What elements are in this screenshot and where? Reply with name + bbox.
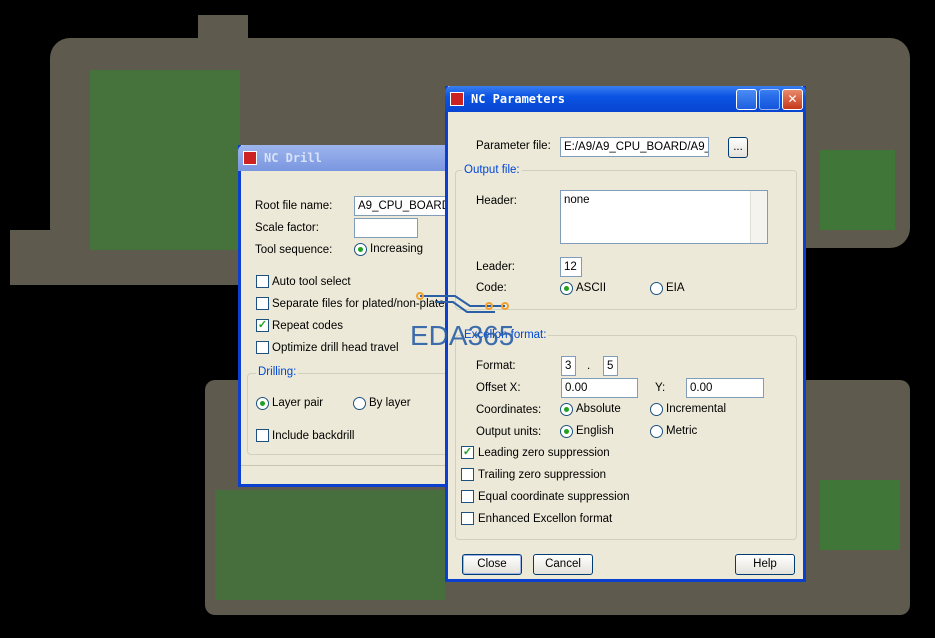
layer-pair-label: Layer pair: [272, 397, 324, 409]
drilling-group: [247, 373, 452, 455]
optimize-drill-label: Optimize drill head travel: [272, 342, 399, 354]
by-layer-label: By layer: [369, 397, 411, 409]
cancel-button[interactable]: Cancel: [533, 554, 593, 575]
auto-tool-select-checkbox[interactable]: [256, 275, 269, 288]
header-scrollbar[interactable]: [750, 191, 767, 243]
leading-zero-checkbox[interactable]: ✓: [461, 446, 474, 459]
leader-input[interactable]: 12: [560, 257, 582, 277]
increasing-label: Increasing: [370, 243, 424, 255]
equal-coordinate-label: Equal coordinate suppression: [478, 491, 630, 503]
help-button[interactable]: Help: [735, 554, 795, 575]
enhanced-excellon-label: Enhanced Excellon format: [478, 513, 613, 525]
ascii-radio[interactable]: [560, 282, 573, 295]
output-units-label: Output units:: [476, 426, 542, 438]
close-button[interactable]: Close: [462, 554, 522, 575]
by-layer-radio[interactable]: [353, 397, 366, 410]
nc-drill-titlebar[interactable]: NC Drill: [238, 145, 453, 171]
include-backdrill-label: Include backdrill: [272, 430, 355, 442]
english-radio[interactable]: [560, 425, 573, 438]
offset-y-input[interactable]: 0.00: [686, 378, 764, 398]
enhanced-excellon-checkbox[interactable]: [461, 512, 474, 525]
nc-parameters-titlebar[interactable]: NC Parameters ✕: [445, 86, 806, 112]
pcb-board-tab: [198, 15, 248, 55]
pcb-traces: [215, 490, 445, 600]
pcb-traces: [90, 70, 240, 250]
equal-coordinate-checkbox[interactable]: [461, 490, 474, 503]
parameter-file-label: Parameter file:: [476, 140, 551, 152]
layer-pair-radio[interactable]: [256, 397, 269, 410]
offset-x-input[interactable]: 0.00: [561, 378, 638, 398]
parameter-file-input[interactable]: E:/A9/A9_CPU_BOARD/A9_: [560, 137, 709, 157]
tool-sequence-label: Tool sequence:: [255, 244, 333, 256]
dialog-title: NC Parameters: [471, 92, 565, 106]
trailing-zero-checkbox[interactable]: [461, 468, 474, 481]
eda365-watermark-circuit: [416, 292, 509, 313]
format-integer-input[interactable]: 3: [561, 356, 576, 376]
close-window-button[interactable]: ✕: [782, 89, 803, 110]
absolute-radio[interactable]: [560, 403, 573, 416]
pcb-traces: [820, 150, 895, 230]
scale-factor-label: Scale factor:: [255, 222, 319, 234]
auto-tool-select-label: Auto tool select: [272, 276, 351, 288]
app-icon: [450, 92, 464, 106]
pcb-traces: [820, 480, 900, 550]
coordinates-label: Coordinates:: [476, 404, 542, 416]
repeat-codes-label: Repeat codes: [272, 320, 343, 332]
leading-zero-label: Leading zero suppression: [478, 447, 610, 459]
root-file-input[interactable]: A9_CPU_BOARD_: [354, 196, 449, 216]
offset-x-label: Offset X:: [476, 382, 521, 394]
format-decimal-input[interactable]: 5: [603, 356, 618, 376]
english-label: English: [576, 425, 614, 437]
minimize-button[interactable]: [736, 89, 757, 110]
status-bar: [241, 465, 446, 484]
eia-label: EIA: [666, 282, 685, 294]
header-label: Header:: [476, 195, 517, 207]
include-backdrill-checkbox[interactable]: [256, 429, 269, 442]
output-file-group-label: Output file:: [462, 164, 522, 176]
root-file-label: Root file name:: [255, 200, 333, 212]
maximize-button[interactable]: [759, 89, 780, 110]
absolute-label: Absolute: [576, 403, 621, 415]
browse-button[interactable]: ...: [728, 137, 748, 158]
header-textarea[interactable]: none: [560, 190, 768, 244]
dialog-title: NC Drill: [264, 151, 322, 165]
repeat-codes-checkbox[interactable]: ✓: [256, 319, 269, 332]
drilling-group-label: Drilling:: [256, 366, 299, 378]
metric-radio[interactable]: [650, 425, 663, 438]
incremental-radio[interactable]: [650, 403, 663, 416]
separate-files-checkbox[interactable]: [256, 297, 269, 310]
trailing-zero-label: Trailing zero suppression: [478, 469, 607, 481]
format-separator: .: [587, 360, 591, 372]
increasing-radio[interactable]: [354, 243, 367, 256]
optimize-drill-checkbox[interactable]: [256, 341, 269, 354]
eia-radio[interactable]: [650, 282, 663, 295]
eda365-watermark: EDA365: [410, 320, 515, 351]
ascii-label: ASCII: [576, 282, 607, 294]
leader-label: Leader:: [476, 261, 516, 273]
incremental-label: Incremental: [666, 403, 727, 415]
app-icon: [243, 151, 257, 165]
metric-label: Metric: [666, 425, 698, 437]
offset-y-label: Y:: [655, 382, 666, 394]
scale-factor-input[interactable]: [354, 218, 418, 238]
format-label: Format:: [476, 360, 516, 372]
